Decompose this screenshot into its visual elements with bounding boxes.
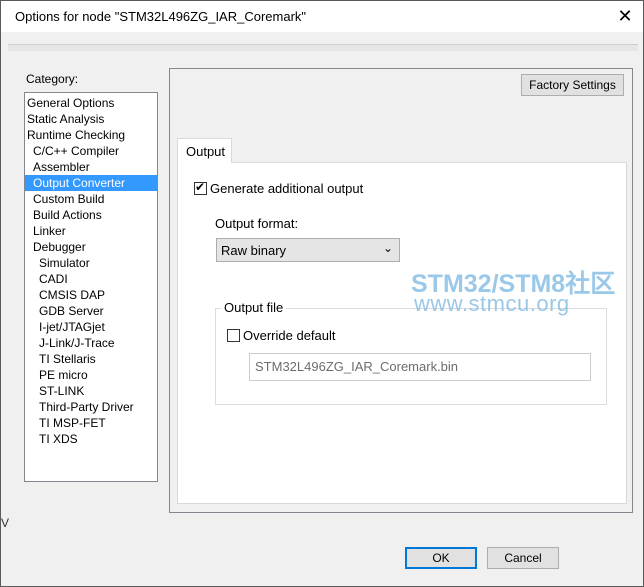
category-item[interactable]: Static Analysis bbox=[25, 111, 157, 127]
category-item-label: J-Link/J-Trace bbox=[39, 336, 115, 350]
category-item-label: CMSIS DAP bbox=[39, 288, 106, 302]
generate-output-checkbox[interactable]: ✔ bbox=[194, 180, 207, 195]
override-default-label: Override default bbox=[243, 328, 336, 343]
category-item-label: TI XDS bbox=[39, 432, 78, 446]
category-item-label: Build Actions bbox=[33, 208, 102, 222]
category-item-label: ST-LINK bbox=[39, 384, 85, 398]
category-list[interactable]: General Options Static Analysis Runtime Ch… bbox=[24, 92, 158, 482]
tab-output[interactable]: Output bbox=[177, 138, 232, 163]
category-item[interactable]: Debugger bbox=[25, 239, 157, 255]
output-format-label: Output format: bbox=[215, 216, 299, 231]
title-bar: Options for node "STM32L496ZG_IAR_Corema… bbox=[1, 1, 643, 32]
category-item[interactable]: I-jet/JTAGjet bbox=[25, 319, 157, 335]
output-tab-panel: ✔ Generate additional output Output form… bbox=[177, 162, 627, 504]
category-item[interactable]: Runtime Checking bbox=[25, 127, 157, 143]
category-item[interactable]: Build Actions bbox=[25, 207, 157, 223]
output-format-value: Raw binary bbox=[221, 243, 287, 258]
category-item[interactable]: CMSIS DAP bbox=[25, 287, 157, 303]
category-item[interactable]: C/C++ Compiler bbox=[25, 143, 157, 159]
category-item[interactable]: Third-Party Driver bbox=[25, 399, 157, 415]
close-icon[interactable]: ✕ bbox=[615, 6, 635, 26]
output-file-group: Output file Override default STM32L496ZG… bbox=[215, 300, 607, 405]
category-item[interactable]: PE micro bbox=[25, 367, 157, 383]
options-dialog: Options for node "STM32L496ZG_IAR_Corema… bbox=[0, 0, 644, 587]
category-item-label: General Options bbox=[27, 96, 115, 110]
chevron-down-icon: ⌄ bbox=[382, 241, 393, 255]
dialog-title: Options for node "STM32L496ZG_IAR_Corema… bbox=[15, 9, 307, 24]
category-item-label: Assembler bbox=[33, 160, 90, 174]
category-item-label: Runtime Checking bbox=[27, 128, 126, 142]
category-item-label: Third-Party Driver bbox=[39, 400, 134, 414]
category-item[interactable]: Assembler bbox=[25, 159, 157, 175]
category-item[interactable]: TI MSP-FET bbox=[25, 415, 157, 431]
category-item[interactable]: General Options bbox=[25, 95, 157, 111]
output-file-legend: Output file bbox=[221, 300, 287, 315]
category-item[interactable]: TI Stellaris bbox=[25, 351, 157, 367]
watermark-url: www.stmcu.org bbox=[414, 291, 570, 316]
override-default-checkbox[interactable] bbox=[227, 329, 240, 342]
category-item[interactable]: Custom Build bbox=[25, 191, 157, 207]
category-item[interactable]: Simulator bbox=[25, 255, 157, 271]
category-item-label: I-jet/JTAGjet bbox=[39, 320, 105, 334]
background-strip bbox=[8, 44, 638, 51]
category-item-label: TI Stellaris bbox=[39, 352, 96, 366]
category-item-label: Custom Build bbox=[33, 192, 105, 206]
output-format-select[interactable]: Raw binary ⌄ bbox=[216, 238, 400, 262]
category-item-label: Simulator bbox=[39, 256, 90, 270]
output-filename-value: STM32L496ZG_IAR_Coremark.bin bbox=[255, 359, 459, 374]
generate-output-label: Generate additional output bbox=[210, 181, 364, 196]
tab-output-label: Output bbox=[186, 144, 226, 159]
ok-button[interactable]: OK bbox=[405, 547, 477, 569]
output-filename-field[interactable]: STM32L496ZG_IAR_Coremark.bin bbox=[249, 353, 591, 381]
category-item-label: Output Converter bbox=[33, 176, 126, 190]
category-item-label: Static Analysis bbox=[27, 112, 105, 126]
cancel-button[interactable]: Cancel bbox=[487, 547, 559, 569]
category-label: Category: bbox=[26, 72, 79, 86]
factory-settings-button[interactable]: Factory Settings bbox=[521, 74, 624, 96]
category-item-label: PE micro bbox=[39, 368, 88, 382]
category-item-label: C/C++ Compiler bbox=[33, 144, 120, 158]
category-item[interactable]: GDB Server bbox=[25, 303, 157, 319]
category-item[interactable]: ST-LINK bbox=[25, 383, 157, 399]
category-item-label: GDB Server bbox=[39, 304, 104, 318]
background-edge-text: V bbox=[1, 516, 10, 530]
category-item[interactable]: Output Converter bbox=[25, 175, 157, 191]
category-item-label: Linker bbox=[33, 224, 66, 238]
category-item[interactable]: Linker bbox=[25, 223, 157, 239]
category-item[interactable]: CADI bbox=[25, 271, 157, 287]
checkmark-icon: ✔ bbox=[195, 180, 206, 194]
category-item[interactable]: J-Link/J-Trace bbox=[25, 335, 157, 351]
category-item-label: Debugger bbox=[33, 240, 86, 254]
category-item-label: TI MSP-FET bbox=[39, 416, 106, 430]
category-item[interactable]: TI XDS bbox=[25, 431, 157, 447]
category-item-label: CADI bbox=[39, 272, 68, 286]
